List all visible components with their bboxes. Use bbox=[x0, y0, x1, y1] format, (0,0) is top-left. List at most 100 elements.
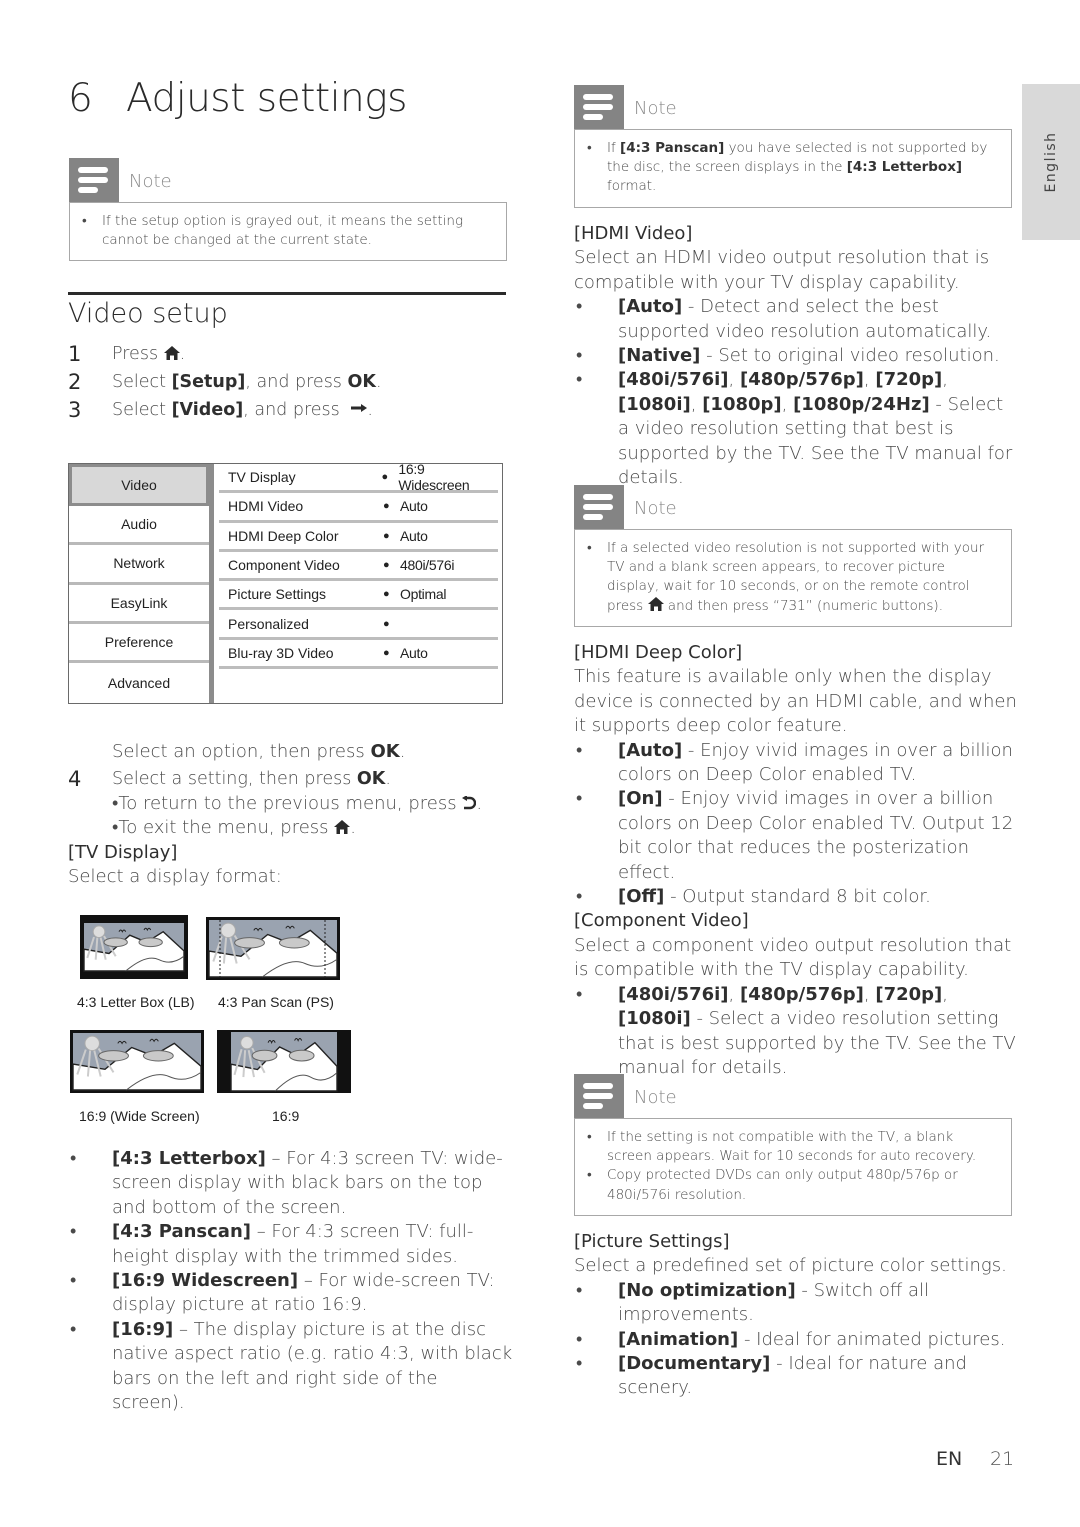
hdmi-video-intro: Select an HDMI video output resolution t… bbox=[574, 247, 990, 293]
menu-category: EasyLink bbox=[69, 585, 209, 624]
format-caption: 4:3 Pan Scan (PS) bbox=[218, 994, 334, 1010]
select-option-text: Select an option, then press OK. bbox=[112, 741, 406, 762]
tv-display-intro: Select a display format: bbox=[68, 866, 282, 887]
language-tab: English bbox=[1022, 84, 1080, 240]
note-item: • If [4:3 Panscan] you have selected is n… bbox=[587, 140, 988, 195]
menu-option-name: Picture Settings bbox=[228, 586, 327, 603]
menu-option-name: TV Display bbox=[228, 469, 296, 486]
note-item: • If the setting is not compatible with t… bbox=[587, 1129, 977, 1165]
picture-settings-heading: [Picture Settings] bbox=[574, 1231, 730, 1252]
step-item: 4 Select a setting, then press OK. bbox=[68, 767, 391, 791]
list-item: •To return to the previous menu, press . bbox=[112, 793, 483, 814]
hdmi-deep-color-options: • [Auto] - Enjoy vivid images in over a b… bbox=[574, 739, 1019, 910]
bullet-icon: ● bbox=[383, 529, 390, 542]
list-item: • [Native] - Set to original video resolu… bbox=[576, 345, 1000, 367]
chapter-number: 6 bbox=[68, 76, 93, 121]
list-item: • [16:9] – The display picture is at the … bbox=[70, 1318, 513, 1414]
picture-settings-section: [Picture Settings] Select a predefined s… bbox=[574, 1230, 1019, 1401]
steps-1-3: 1 Press . 2 Select [Setup], and press OK. 3 S… bbox=[68, 340, 382, 424]
hdmi-video-section: [HDMI Video] Select an HDMI video output… bbox=[574, 222, 1019, 490]
step-item: 3 Select [Video], and press . bbox=[68, 398, 373, 422]
list-item: • [Animation] - Ideal for animated pictur… bbox=[576, 1328, 1006, 1350]
setup-menu-screenshot: Video Audio Network EasyLink Preference Advan… bbox=[68, 461, 503, 704]
format-image-letterbox bbox=[80, 915, 188, 979]
list-item: • [4:3 Letterbox] – For 4:3 screen TV: wi… bbox=[70, 1148, 503, 1218]
menu-option-name: HDMI Video bbox=[228, 498, 304, 515]
step-number: 2 bbox=[68, 370, 82, 394]
step-4-sublist: •To return to the previous menu, press .… bbox=[112, 792, 522, 841]
menu-option-row: Blu-ray 3D Video ● Auto bbox=[219, 640, 498, 670]
menu-option-value: Auto bbox=[400, 527, 428, 544]
list-item: • [16:9 Widescreen] – For wide-screen TV:… bbox=[70, 1270, 495, 1316]
note-label: Note bbox=[634, 98, 677, 119]
menu-option-value: 480i/576i bbox=[400, 557, 455, 574]
menu-category: Network bbox=[69, 545, 209, 585]
note-item: • If the setup option is grayed out, it m… bbox=[82, 213, 464, 249]
hdmi-deep-color-heading: [HDMI Deep Color] bbox=[574, 642, 743, 663]
list-item: • [On] - Enjoy vivid images in over a bil… bbox=[576, 788, 1014, 883]
list-item: • [4:3 Panscan] – For 4:3 screen TV: full… bbox=[70, 1221, 474, 1267]
menu-option-value: Auto bbox=[400, 644, 428, 661]
menu-option-row: HDMI Deep Color ● Auto bbox=[219, 523, 498, 552]
note-icon bbox=[574, 85, 624, 129]
step-item: 1 Press . bbox=[68, 342, 186, 366]
tv-display-options: • [4:3 Letterbox] – For 4:3 screen TV: wi… bbox=[68, 1147, 513, 1415]
home-icon bbox=[163, 346, 180, 360]
chapter-title-text: Adjust settings bbox=[126, 76, 407, 121]
language-tab-label: English bbox=[1043, 131, 1059, 193]
component-video-options: • [480i/576i], [480p/576p], [720p], [1080… bbox=[574, 983, 1019, 1081]
menu-option-row: Personalized ● bbox=[219, 610, 498, 640]
menu-option-value: Auto bbox=[400, 498, 428, 515]
menu-category: Video bbox=[69, 464, 209, 506]
menu-category: Preference bbox=[69, 624, 209, 664]
bullet-icon: ● bbox=[383, 588, 390, 601]
bullet-icon: ● bbox=[383, 617, 390, 630]
note-box-grayed-out: Note • If the setup option is grayed out,… bbox=[69, 158, 507, 262]
bullet-icon: ● bbox=[383, 500, 390, 513]
step-number: 1 bbox=[68, 342, 82, 366]
home-icon bbox=[647, 596, 664, 611]
component-video-heading: [Component Video] bbox=[574, 910, 749, 932]
chapter-title: 6 Adjust settings bbox=[68, 76, 407, 121]
note-body: • If a selected video resolution is not s… bbox=[574, 529, 1012, 627]
format-caption: 4:3 Letter Box (LB) bbox=[77, 994, 195, 1010]
step-number: 3 bbox=[68, 398, 82, 422]
menu-category: Advanced bbox=[107, 674, 171, 691]
note-body: • If [4:3 Panscan] you have selected is n… bbox=[574, 129, 1012, 208]
home-icon bbox=[334, 820, 351, 835]
menu-categories: Video Audio Network EasyLink Preference Advan… bbox=[69, 464, 214, 703]
list-item: • [Auto] - Enjoy vivid images in over a b… bbox=[576, 739, 1013, 786]
list-item: • [480i/576i], [480p/576p], [720p], [1080… bbox=[576, 983, 1016, 1078]
hdmi-deep-color-section: [HDMI Deep Color] This feature is availa… bbox=[574, 641, 1019, 1080]
list-item: • [480i/576i], [480p/576p], [720p], [1080… bbox=[576, 369, 1013, 489]
note-box-resolution: Note • If a selected video resolution is … bbox=[574, 485, 1012, 627]
menu-option-name: Personalized bbox=[228, 615, 309, 632]
tv-display-heading: [TV Display] bbox=[68, 842, 178, 863]
menu-option-row: HDMI Video ● Auto bbox=[219, 493, 498, 523]
menu-option-value: 16:9 Widescreen bbox=[398, 461, 470, 494]
list-item: • [Auto] - Detect and select the best sup… bbox=[576, 296, 992, 342]
menu-option-row: Component Video ● 480i/576i bbox=[219, 552, 498, 582]
menu-option-name: Component Video bbox=[228, 557, 340, 574]
note-label: Note bbox=[634, 498, 677, 519]
format-image-16-9 bbox=[217, 1030, 351, 1093]
menu-option-name: Blu-ray 3D Video bbox=[228, 644, 334, 661]
picture-settings-intro: Select a predefined set of picture color… bbox=[574, 1255, 1007, 1277]
note-body: • If the setting is not compatible with t… bbox=[574, 1118, 1012, 1216]
footer-language: EN bbox=[936, 1448, 963, 1470]
format-image-panscan bbox=[206, 917, 340, 980]
step-item: 2 Select [Setup], and press OK. bbox=[68, 370, 382, 394]
menu-options: TV Display ● 16:9 Widescreen HDMI Video ● Aut… bbox=[219, 461, 502, 670]
back-icon bbox=[462, 796, 477, 810]
note-body: • If the setup option is grayed out, it m… bbox=[69, 202, 507, 262]
note-label: Note bbox=[634, 1087, 677, 1108]
format-caption: 16:9 (Wide Screen) bbox=[79, 1108, 200, 1124]
section-title: Video setup bbox=[68, 298, 228, 329]
note-item: • If a selected video resolution is not s… bbox=[587, 540, 985, 614]
menu-option-row: Picture Settings ● Optimal bbox=[219, 581, 498, 611]
menu-option-name: HDMI Deep Color bbox=[228, 527, 339, 544]
note-box-compatibility: Note • If the setting is not compatible w… bbox=[574, 1074, 1012, 1216]
hdmi-video-heading: [HDMI Video] bbox=[574, 223, 693, 244]
component-video-intro: Select a component video output resoluti… bbox=[574, 934, 1012, 981]
hdmi-video-options: • [Auto] - Detect and select the best sup… bbox=[574, 295, 1019, 490]
